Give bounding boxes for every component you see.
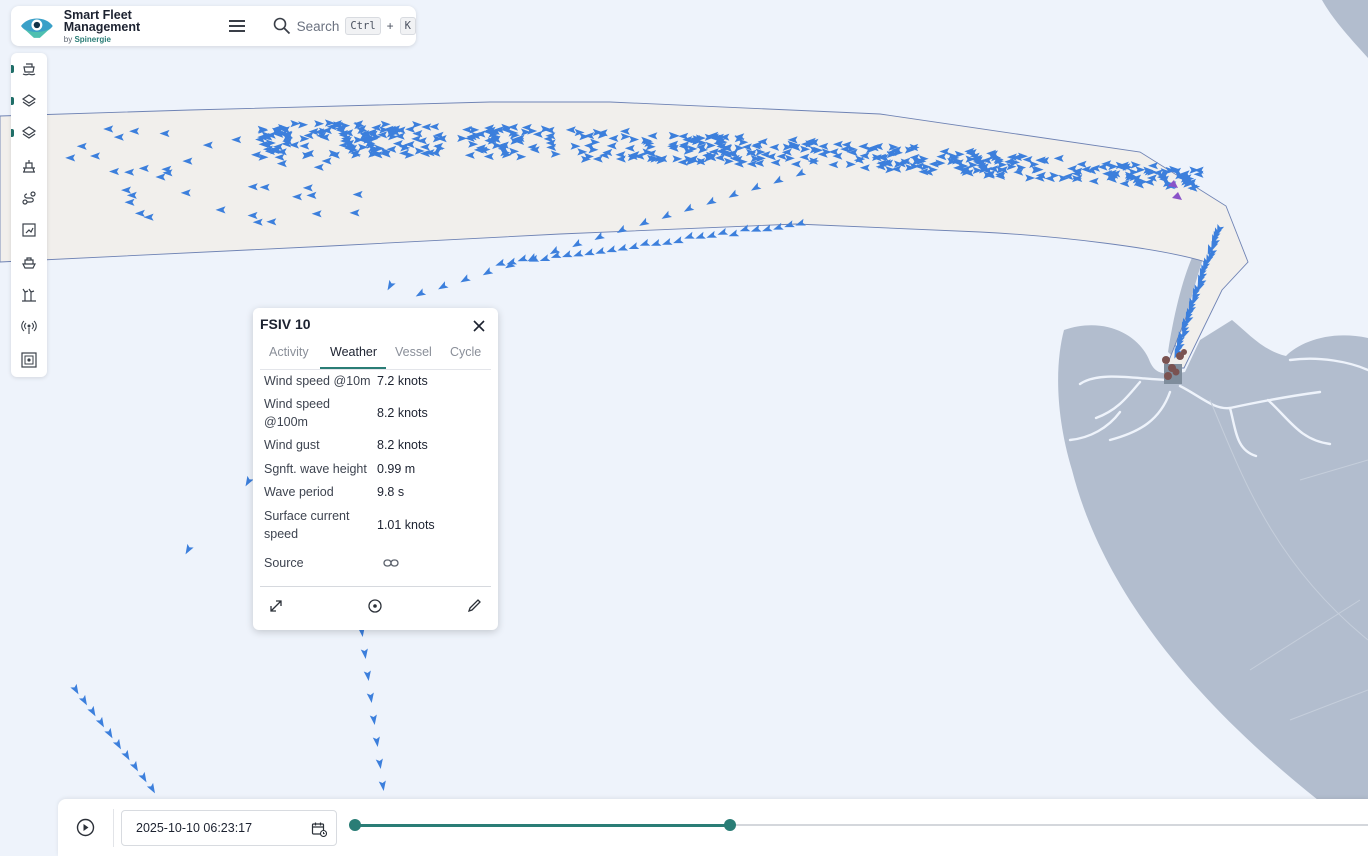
app-title: Smart Fleet Management <box>63 7 141 34</box>
app-subtitle: by Spinergie <box>63 34 211 44</box>
row-label-line2: speed <box>264 527 299 541</box>
range-end-handle[interactable] <box>723 819 736 831</box>
shortcut-key-ctrl: Ctrl <box>345 17 381 35</box>
row-label-line2: @100m <box>264 415 308 429</box>
by-brand: Spinergie <box>74 34 111 44</box>
row-value: 7.2 knots <box>377 374 428 388</box>
tab-vessel[interactable]: Vessel <box>395 345 432 359</box>
tab-weather[interactable]: Weather <box>330 345 377 359</box>
row-label: Surface current <box>264 509 350 523</box>
signal-icon[interactable] <box>11 313 47 341</box>
row-value: 8.2 knots <box>377 438 428 452</box>
vessel-popup: FSIV 10 Activity Weather Vessel Cycle Wi… <box>253 308 498 630</box>
shortcut-plus: + <box>386 19 394 33</box>
zone-icon[interactable] <box>11 216 47 244</box>
ship-icon[interactable] <box>11 249 47 277</box>
row-label: Source <box>264 556 304 570</box>
expand-icon[interactable] <box>268 598 284 614</box>
top-bar: Smart Fleet Management by Spinergie Sear… <box>11 6 416 46</box>
search-icon <box>273 17 290 35</box>
row-label: Wind speed @10m <box>264 374 371 388</box>
row-label: Wave period <box>264 485 334 499</box>
timeline-selected-range <box>355 824 730 827</box>
row-value: 8.2 knots <box>377 406 428 420</box>
datetime-value: 2025-10-10 06:23:17 <box>136 821 253 835</box>
close-icon[interactable] <box>472 319 486 333</box>
brand: Smart Fleet Management by Spinergie <box>63 7 211 44</box>
popup-tabs: Activity Weather Vessel Cycle <box>260 340 491 370</box>
range-start-handle[interactable] <box>349 819 361 831</box>
locate-icon[interactable] <box>367 598 383 614</box>
popup-divider <box>260 586 491 587</box>
shortcut-key-k: K <box>399 17 416 35</box>
tab-activity[interactable]: Activity <box>269 345 309 359</box>
search-label: Search <box>296 18 340 34</box>
left-toolbar <box>11 53 47 377</box>
layers-icon[interactable] <box>11 87 47 115</box>
map-canvas[interactable] <box>0 0 1368 856</box>
eye-logo-icon[interactable] <box>20 12 54 40</box>
row-label: Wind gust <box>264 438 320 452</box>
search-button[interactable]: Search Ctrl + K <box>273 17 416 35</box>
grid-icon[interactable] <box>11 346 47 374</box>
layers-stack-icon[interactable] <box>11 119 47 147</box>
platform-icon[interactable] <box>11 152 47 180</box>
timeline-bar: 2025-10-10 06:23:17 <box>58 799 1368 856</box>
popup-title: FSIV 10 <box>260 316 311 332</box>
wind-farm-icon[interactable] <box>11 281 47 309</box>
datetime-field[interactable]: 2025-10-10 06:23:17 <box>121 810 337 846</box>
row-value: 0.99 m <box>377 462 416 476</box>
by-prefix: by <box>63 34 73 44</box>
row-value: 1.01 knots <box>377 518 435 532</box>
active-tab-indicator <box>320 367 386 369</box>
vessel-icon[interactable] <box>11 55 47 83</box>
row-label: Wind speed <box>264 397 331 411</box>
tab-cycle[interactable]: Cycle <box>450 345 481 359</box>
route-icon[interactable] <box>11 184 47 212</box>
row-value: 9.8 s <box>377 485 405 499</box>
row-label: Sgnft. wave height <box>264 462 367 476</box>
menu-icon[interactable] <box>228 19 247 33</box>
edit-icon[interactable] <box>466 598 482 614</box>
timeline-divider <box>113 809 114 847</box>
link-icon[interactable] <box>383 556 399 570</box>
calendar-icon[interactable] <box>311 821 327 837</box>
play-icon[interactable] <box>76 818 95 837</box>
